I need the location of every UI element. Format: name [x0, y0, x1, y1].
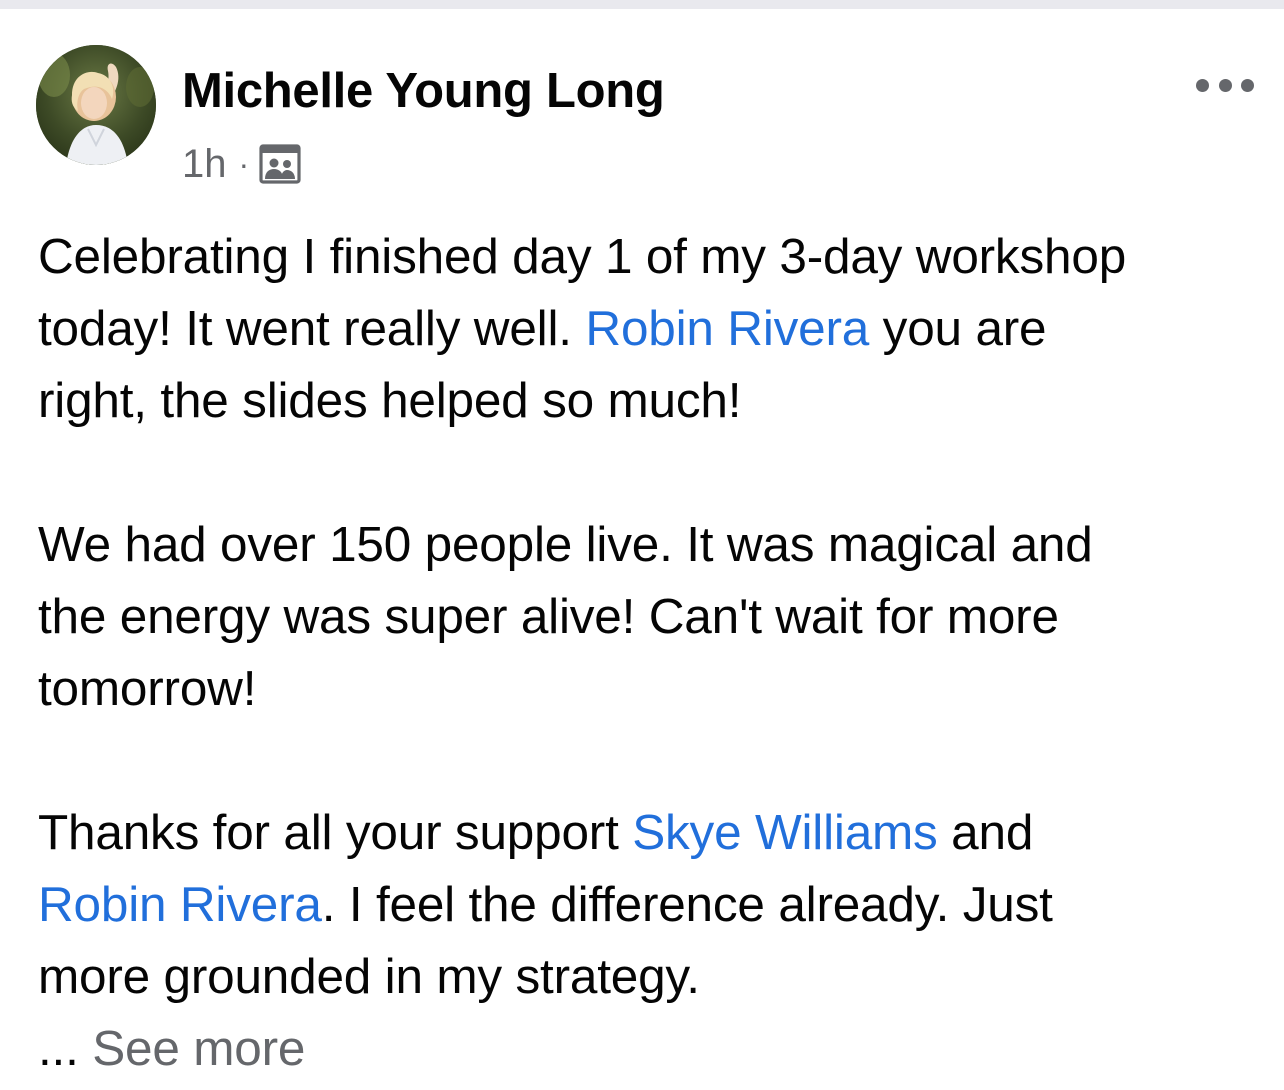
text-line: more grounded in my strategy. [38, 941, 1268, 1013]
see-more-link[interactable]: See more [92, 1021, 305, 1076]
post-body: Celebrating I finished day 1 of my 3-day… [38, 221, 1268, 1085]
more-dot [1218, 78, 1232, 92]
text-line: tomorrow! [38, 653, 1268, 725]
meta-separator: · [238, 146, 250, 182]
text-segment: Celebrating I finished day 1 of my 3-day… [38, 229, 1127, 284]
more-options-icon[interactable] [1196, 67, 1254, 103]
text-segment: tomorrow! [38, 661, 257, 716]
mention-link[interactable]: Skye Williams [632, 805, 938, 860]
group-members-icon [259, 144, 301, 184]
post-paragraph: Thanks for all your support Skye William… [38, 797, 1268, 1013]
post-card: Michelle Young Long 1h · Celebrating I f… [0, 9, 1284, 1090]
mention-link[interactable]: Robin Rivera [585, 301, 869, 356]
text-segment: right, the slides helped so much! [38, 373, 742, 428]
top-divider [0, 0, 1284, 9]
text-line: Thanks for all your support Skye William… [38, 797, 1268, 869]
text-segment: the energy was super alive! Can't wait f… [38, 589, 1059, 644]
text-line: right, the slides helped so much! [38, 365, 1268, 437]
text-segment: today! It went really well. [38, 301, 586, 356]
post-meta: 1h · [182, 139, 301, 189]
more-dot [1196, 78, 1209, 92]
post-paragraph: We had over 150 people live. It was magi… [38, 509, 1268, 725]
text-line: We had over 150 people live. It was magi… [38, 509, 1268, 581]
text-segment: more grounded in my strategy. [38, 949, 700, 1004]
author-name[interactable]: Michelle Young Long [182, 61, 665, 121]
text-line: today! It went really well. Robin Rivera… [38, 293, 1268, 365]
see-more-line: ... See more [38, 1013, 1268, 1085]
text-segment: you are [869, 301, 1047, 356]
text-segment: . I feel the difference already. Just [321, 877, 1053, 932]
text-line: the energy was super alive! Can't wait f… [38, 581, 1268, 653]
mention-link[interactable]: Robin Rivera [38, 877, 322, 932]
text-segment: We had over 150 people live. It was magi… [38, 517, 1093, 572]
author-avatar[interactable] [36, 45, 156, 165]
text-segment: and [937, 805, 1034, 860]
post-timestamp[interactable]: 1h [182, 139, 227, 189]
post-paragraph: Celebrating I finished day 1 of my 3-day… [38, 221, 1268, 437]
text-line: Celebrating I finished day 1 of my 3-day… [38, 221, 1268, 293]
avatar-photo [36, 45, 156, 165]
text-line: Robin Rivera. I feel the difference alre… [38, 869, 1268, 941]
ellipsis: ... [38, 1021, 79, 1076]
text-segment: Thanks for all your support [38, 805, 633, 860]
more-dot [1241, 78, 1254, 92]
